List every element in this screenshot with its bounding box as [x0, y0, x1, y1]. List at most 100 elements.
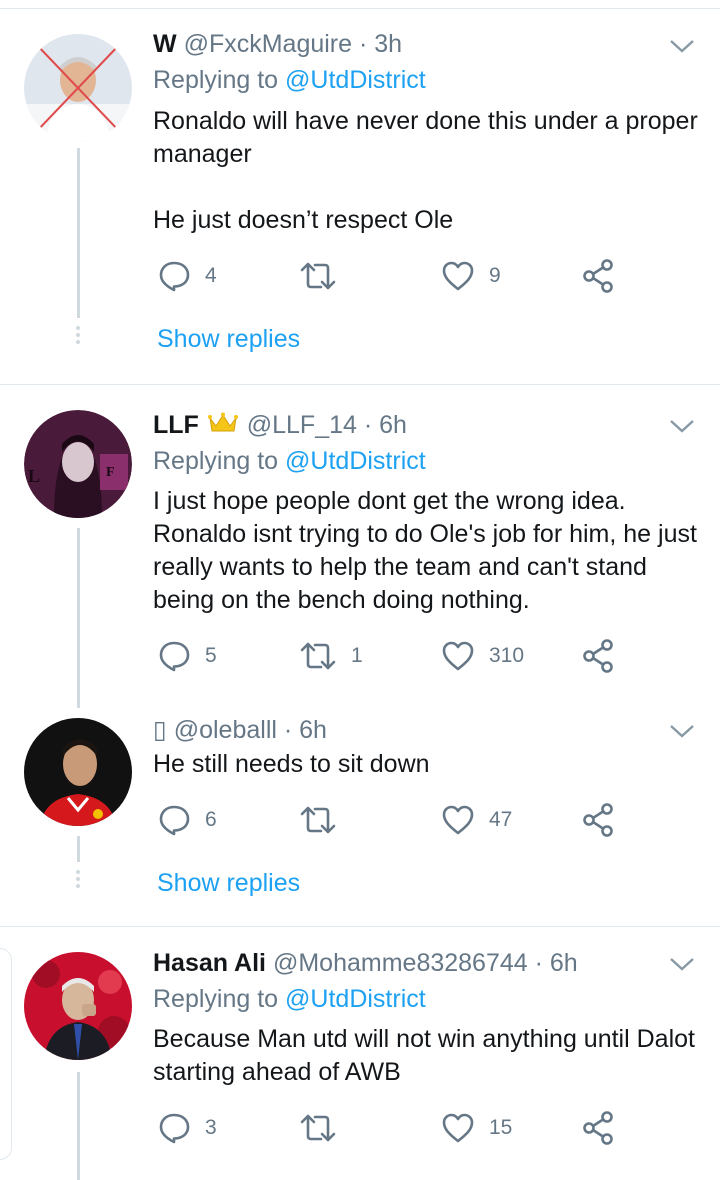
reply-count: 6	[205, 808, 217, 831]
heart-icon	[442, 261, 474, 291]
replying-to-handle[interactable]: @UtdDistrict	[285, 985, 426, 1013]
reply-count: 5	[205, 644, 217, 667]
user-handle[interactable]: @FxckMaguire	[184, 30, 352, 58]
retweet-icon	[300, 262, 336, 290]
thread-line	[77, 528, 80, 708]
chevron-down-icon[interactable]	[668, 954, 696, 974]
thread-dots	[76, 870, 81, 891]
tweet-actions: 5 1 310	[153, 636, 673, 676]
like-button[interactable]: 47	[441, 800, 512, 840]
replying-to-handle[interactable]: @UtdDistrict	[285, 447, 426, 475]
display-name[interactable]: Hasan Ali	[153, 949, 266, 977]
user-handle[interactable]: @Mohamme83286744	[273, 949, 528, 977]
heart-icon	[442, 641, 474, 671]
retweet-button[interactable]: 1	[299, 636, 363, 676]
tweet-header: LLF @LLF_14 · 6h	[153, 409, 407, 442]
unknown-glyph: ▯	[153, 716, 167, 744]
reply-button[interactable]: 6	[157, 800, 217, 840]
thread-line	[77, 1072, 80, 1180]
heart-icon	[442, 805, 474, 835]
avatar[interactable]: L F	[24, 410, 132, 518]
tweet-header: W @FxckMaguire · 3h	[153, 28, 402, 60]
replying-to-handle[interactable]: @UtdDistrict	[285, 66, 426, 94]
separator: ·	[527, 949, 550, 977]
retweet-icon	[300, 642, 336, 670]
retweet-icon	[300, 1114, 336, 1142]
thread-line	[77, 148, 80, 318]
heart-icon	[442, 1113, 474, 1143]
like-count: 310	[489, 644, 525, 667]
separator: ·	[276, 716, 300, 744]
tweet-actions: 3 15	[153, 1108, 673, 1148]
timestamp[interactable]: 6h	[379, 411, 407, 439]
share-button[interactable]	[581, 1108, 615, 1148]
top-divider	[0, 8, 720, 9]
reply-button[interactable]: 4	[157, 256, 217, 296]
share-icon	[583, 1111, 613, 1145]
thread-dots	[76, 326, 81, 347]
timestamp[interactable]: 6h	[550, 949, 578, 977]
edge-card	[0, 948, 12, 1160]
show-replies-link[interactable]: Show replies	[157, 867, 300, 899]
share-icon	[583, 259, 613, 293]
tweet-header: ▯ @oleballl · 6h	[153, 714, 327, 746]
retweet-button[interactable]	[299, 256, 351, 296]
replying-to: Replying to @UtdDistrict	[153, 445, 426, 477]
svg-text:L: L	[28, 466, 40, 486]
share-icon	[583, 803, 613, 837]
like-button[interactable]: 9	[441, 256, 501, 296]
timestamp[interactable]: 3h	[374, 30, 402, 58]
share-button[interactable]	[581, 800, 615, 840]
reply-icon	[159, 261, 190, 292]
reply-button[interactable]: 5	[157, 636, 217, 676]
tweet-text: I just hope people dont get the wrong id…	[153, 487, 704, 614]
tweet-actions: 6 47	[153, 800, 673, 840]
show-replies-link[interactable]: Show replies	[157, 323, 300, 355]
replying-to: Replying to @UtdDistrict	[153, 983, 426, 1015]
retweet-button[interactable]	[299, 1108, 351, 1148]
tweet-header: Hasan Ali @Mohamme83286744 · 6h	[153, 947, 578, 979]
user-handle[interactable]: @LLF_14	[247, 411, 357, 439]
tweet-actions: 4 9	[153, 256, 673, 296]
separator: ·	[352, 30, 375, 58]
avatar[interactable]	[24, 34, 132, 142]
tweet-divider	[0, 926, 720, 927]
reply-icon	[159, 1113, 190, 1144]
tweet-divider	[0, 384, 720, 385]
replying-to-label: Replying to	[153, 447, 286, 475]
replying-to: Replying to @UtdDistrict	[153, 64, 426, 96]
retweet-count: 1	[351, 644, 363, 667]
retweet-button[interactable]	[299, 800, 351, 840]
reply-count: 3	[205, 1116, 217, 1139]
reply-icon	[159, 805, 190, 836]
like-button[interactable]: 15	[441, 1108, 512, 1148]
avatar[interactable]	[24, 718, 132, 826]
crown-icon	[207, 410, 238, 442]
reply-button[interactable]: 3	[157, 1108, 217, 1148]
timestamp[interactable]: 6h	[299, 716, 327, 744]
thread-line	[77, 836, 80, 862]
share-button[interactable]	[581, 636, 615, 676]
like-count: 47	[489, 808, 513, 831]
avatar[interactable]	[24, 952, 132, 1060]
reply-icon	[159, 641, 190, 672]
chevron-down-icon[interactable]	[668, 416, 696, 436]
display-name[interactable]: LLF	[153, 411, 199, 439]
svg-text:F: F	[106, 465, 115, 480]
separator: ·	[356, 411, 380, 439]
share-icon	[583, 639, 613, 673]
replying-to-label: Replying to	[153, 985, 286, 1013]
replying-to-label: Replying to	[153, 66, 286, 94]
tweet-text: Ronaldo will have never done this under …	[153, 107, 698, 234]
like-count: 15	[489, 1116, 513, 1139]
chevron-down-icon[interactable]	[668, 721, 696, 741]
like-button[interactable]: 310	[441, 636, 524, 676]
reply-count: 4	[205, 264, 217, 287]
display-name[interactable]: W	[153, 30, 177, 58]
user-handle[interactable]: @oleballl	[174, 716, 277, 744]
chevron-down-icon[interactable]	[668, 36, 696, 56]
share-button[interactable]	[581, 256, 615, 296]
retweet-icon	[300, 806, 336, 834]
like-count: 9	[489, 264, 501, 287]
tweet-text: He still needs to sit down	[153, 750, 430, 778]
